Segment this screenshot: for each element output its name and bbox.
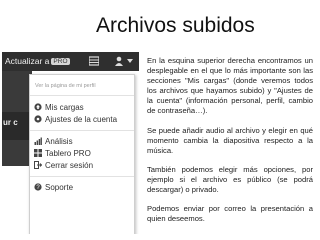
menu-divider	[30, 176, 134, 177]
user-icon[interactable]	[114, 56, 124, 66]
grid-icon	[34, 149, 42, 157]
help-icon: ?	[34, 183, 42, 191]
slide-title: Archivos subidos	[96, 14, 255, 37]
profile-link[interactable]: Ver la página de mi perfil	[35, 83, 96, 89]
menu-item-my-uploads[interactable]: Mis cargas	[34, 103, 84, 112]
menu-divider	[30, 95, 134, 96]
description-paragraph: Se puede añadir audio al archivo y elegi…	[147, 125, 313, 155]
gear-icon	[34, 115, 42, 123]
top-navigation-bar: Actualizar a PRO	[2, 52, 139, 71]
chevron-down-icon[interactable]	[127, 59, 133, 63]
description-paragraph: En la esquina superior derecha encontram…	[147, 56, 313, 116]
menu-divider	[30, 130, 134, 131]
background-banner-text: ur c	[3, 118, 18, 127]
user-dropdown-menu: Ver la página de mi perfil Mis cargas Aj…	[29, 74, 135, 234]
description-text: En la esquina superior derecha encontram…	[147, 56, 313, 233]
description-paragraph: Podemos enviar por correo la presentació…	[147, 204, 313, 224]
bar-chart-icon	[34, 137, 42, 145]
screenshot-panel: Actualizar a PRO ur c Ver la página de mi…	[2, 52, 139, 234]
upgrade-label: Actualizar a	[5, 56, 50, 66]
upgrade-link[interactable]: Actualizar a PRO	[5, 56, 70, 66]
menu-item-label: Tablero PRO	[45, 149, 91, 158]
menu-item-label: Soporte	[45, 183, 74, 192]
pro-badge: PRO	[51, 58, 70, 65]
logout-icon	[34, 161, 43, 169]
menu-item-label: Mis cargas	[45, 103, 84, 112]
menu-item-label: Cerrar sesión	[45, 161, 94, 170]
grid-icon[interactable]	[89, 56, 99, 66]
menu-item-label: Ajustes de la cuenta	[45, 115, 118, 124]
menu-item-logout[interactable]: Cerrar sesión	[34, 161, 93, 170]
description-paragraph: También podemos elegir más opciones, por…	[147, 164, 313, 195]
menu-item-account-settings[interactable]: Ajustes de la cuenta	[34, 115, 117, 124]
menu-item-support[interactable]: ? Soporte	[34, 183, 73, 192]
menu-item-label: Análisis	[45, 137, 73, 146]
menu-item-analytics[interactable]: Análisis	[34, 137, 73, 146]
upload-icon	[34, 103, 42, 111]
menu-item-pro-dashboard[interactable]: Tablero PRO	[34, 149, 91, 158]
